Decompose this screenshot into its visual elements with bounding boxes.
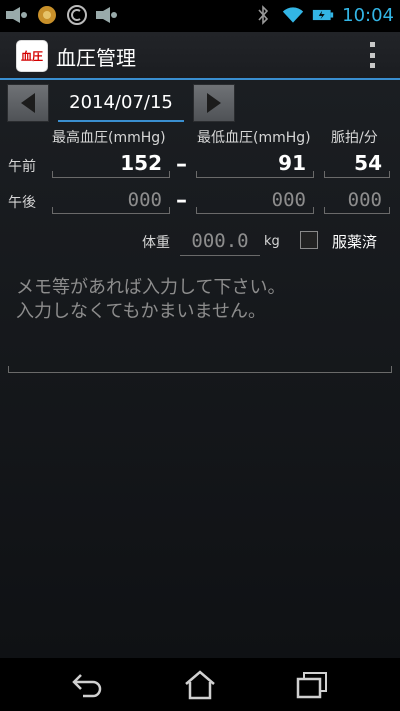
next-date-button[interactable]: [193, 84, 235, 122]
am-systolic-input[interactable]: 152: [52, 148, 170, 178]
diastolic-header: 最低血圧(mmHg): [197, 130, 311, 146]
medication-checkbox[interactable]: [300, 231, 318, 249]
weight-placeholder: 000.0: [191, 230, 249, 252]
main-content: 2014/07/15 最高血圧(mmHg) 最低血圧(mmHg) 脈拍/分 午前…: [0, 80, 400, 658]
back-button[interactable]: [68, 668, 108, 702]
arrow-right-icon: [207, 93, 221, 113]
system-nav-bar: [0, 658, 400, 711]
media-icon: [96, 4, 118, 26]
pm-pulse-placeholder: 000: [347, 189, 382, 211]
media-icon: [6, 4, 28, 26]
pm-systolic-placeholder: 000: [127, 189, 162, 211]
am-diastolic-value: 91: [278, 151, 306, 175]
pulse-header: 脈拍/分: [331, 130, 378, 146]
weight-input[interactable]: 000.0: [180, 226, 260, 256]
pm-diastolic-input[interactable]: 000: [196, 184, 314, 214]
back-icon: [72, 674, 102, 698]
chrome-icon: [36, 4, 58, 26]
weight-label: 体重: [142, 235, 170, 251]
am-label: 午前: [8, 159, 36, 175]
pm-systolic-input[interactable]: 000: [52, 184, 170, 214]
date-field[interactable]: 2014/07/15: [58, 86, 184, 122]
app-c-icon: [66, 4, 88, 26]
battery-icon: [312, 4, 334, 26]
memo-textarea[interactable]: メモ等があれば入力して下さい。 入力しなくてもかまいません。: [8, 268, 392, 373]
home-icon: [185, 670, 215, 700]
am-systolic-value: 152: [120, 151, 162, 175]
action-bar: 血圧 血圧管理: [0, 32, 400, 80]
am-diastolic-input[interactable]: 91: [196, 148, 314, 178]
bluetooth-icon: [252, 4, 274, 26]
medication-label[interactable]: 服薬済: [332, 231, 377, 252]
recent-apps-button[interactable]: [292, 668, 332, 702]
app-icon[interactable]: 血圧: [16, 40, 48, 72]
memo-placeholder: メモ等があれば入力して下さい。 入力しなくてもかまいません。: [16, 277, 286, 322]
app-title: 血圧管理: [56, 46, 136, 70]
arrow-left-icon: [21, 93, 35, 113]
overflow-menu-icon[interactable]: [368, 42, 376, 68]
am-pulse-value: 54: [354, 151, 382, 175]
pm-diastolic-placeholder: 000: [271, 189, 306, 211]
pm-pulse-input[interactable]: 000: [324, 184, 390, 214]
separator: –: [176, 152, 187, 177]
am-pulse-input[interactable]: 54: [324, 148, 390, 178]
pm-label: 午後: [8, 195, 36, 211]
systolic-header: 最高血圧(mmHg): [52, 130, 166, 146]
separator: –: [176, 188, 187, 213]
status-bar: 10:04: [0, 0, 400, 32]
clock: 10:04: [342, 4, 394, 26]
wifi-icon: [282, 4, 304, 26]
app-icon-label: 血圧: [21, 50, 43, 63]
weight-unit: kg: [264, 234, 280, 249]
previous-date-button[interactable]: [7, 84, 49, 122]
recent-apps-icon: [296, 672, 327, 699]
home-button[interactable]: [180, 668, 220, 702]
